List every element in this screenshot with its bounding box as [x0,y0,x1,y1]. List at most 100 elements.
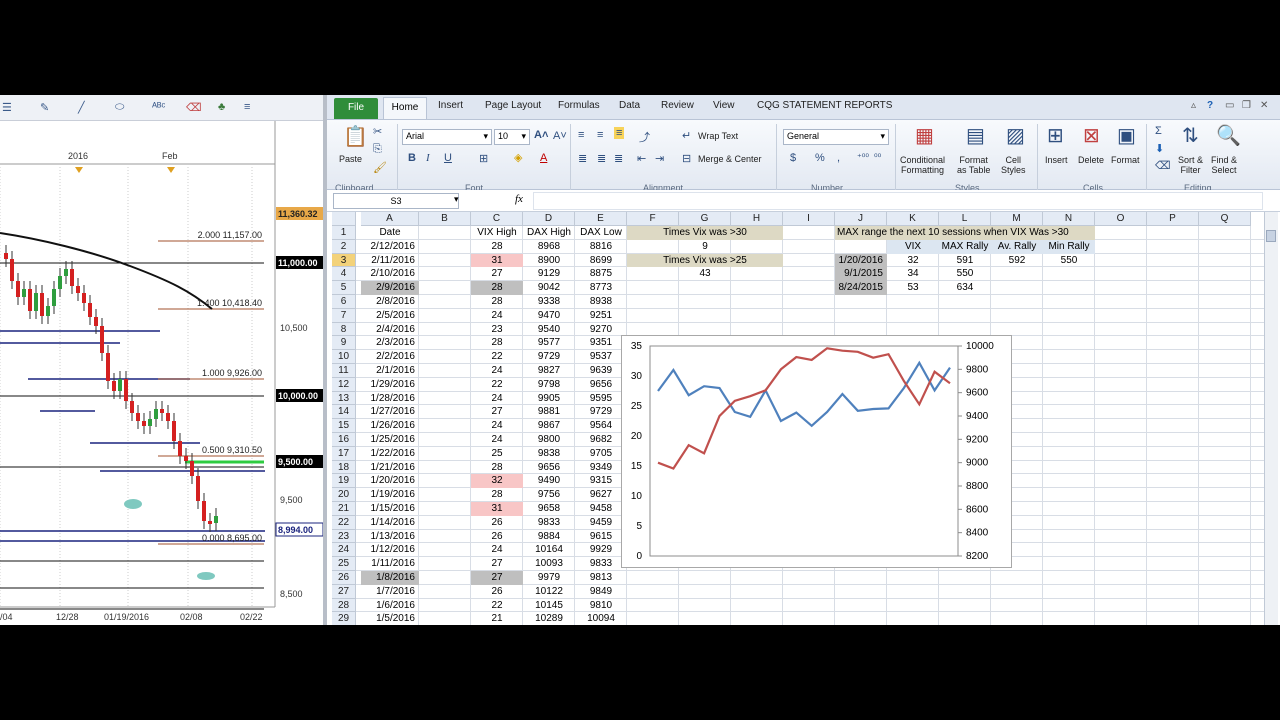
column-header-E[interactable]: E [575,212,627,226]
merge-icon[interactable]: ⊟ [682,152,691,165]
row-header-23[interactable]: 23 [332,529,356,544]
row-header-24[interactable]: 24 [332,543,356,558]
max-table-header[interactable]: Av. Rally [991,239,1043,254]
column-header-H[interactable]: H [731,212,783,226]
column-header-A[interactable]: A [361,212,419,226]
tab-home[interactable]: Home [383,97,427,120]
row-header-1[interactable]: 1 [332,226,356,240]
dax-high-cell[interactable]: 9338 [523,295,575,309]
delete-button[interactable]: Delete [1078,155,1104,165]
max-table-header[interactable]: MAX Rally [939,239,991,254]
merge-center-button[interactable]: Merge & Center [698,154,762,164]
dax-high-cell[interactable]: 9042 [523,281,575,295]
dax-low-cell[interactable]: 9351 [575,336,627,350]
max-vix-cell[interactable]: 53 [887,281,939,295]
dax-high-cell[interactable]: 9490 [523,474,575,488]
vix-high-cell[interactable]: 25 [471,447,523,461]
dax-high-cell[interactable]: 9833 [523,516,575,530]
dax-high-cell[interactable]: 10164 [523,543,575,557]
row-header-4[interactable]: 4 [332,267,356,282]
date-cell[interactable]: 1/20/2016 [361,474,419,488]
dax-low-cell[interactable]: 9251 [575,309,627,323]
column-header-G[interactable]: G [679,212,731,226]
conditional-formatting-button[interactable]: Conditional Formatting [900,155,945,175]
win-close-icon[interactable]: ✕ [1260,100,1268,111]
date-cell[interactable]: 2/9/2016 [361,281,419,295]
dax-low-cell[interactable]: 9627 [575,488,627,502]
date-cell[interactable]: 2/10/2016 [361,267,419,281]
column-header-M[interactable]: M [991,212,1043,226]
copy-icon[interactable]: ⎘ [373,143,382,156]
vix-high-cell[interactable]: 24 [471,392,523,406]
dax-high-cell[interactable]: 9979 [523,571,575,585]
dax-low-cell[interactable]: 9459 [575,516,627,530]
fill-color-icon[interactable]: ◈ [514,151,522,164]
vix-high-cell[interactable]: 28 [471,240,523,254]
dax-low-cell[interactable]: 9349 [575,461,627,475]
date-cell[interactable]: 1/22/2016 [361,447,419,461]
dax-high-cell[interactable]: 9470 [523,309,575,323]
scrollbar-thumb[interactable] [1266,230,1276,242]
date-cell[interactable]: 2/2/2016 [361,350,419,364]
lines-icon[interactable]: ☰ [2,101,12,114]
insert-button[interactable]: Insert [1045,155,1068,165]
cell-styles-icon[interactable]: ▨ [1006,123,1025,148]
vix-high-cell[interactable]: 22 [471,378,523,392]
vix-high-cell[interactable]: 24 [471,419,523,433]
dax-low-cell[interactable]: 9929 [575,543,627,557]
column-header-B[interactable]: B [419,212,471,226]
row-header-29[interactable]: 29 [332,612,356,625]
align-left-icon[interactable]: ≣ [578,152,587,165]
align-middle-icon[interactable]: ≡ [597,129,603,141]
trading-chart-panel[interactable]: ☰ ✎ ╱ ⬭ ᴬᴮᶜ ⌫ ♣ ≡ 2016 Feb 2.000 11,157.00… [0,95,323,625]
row-header-19[interactable]: 19 [332,474,356,489]
vix-high-cell[interactable]: 27 [471,571,523,585]
column-header-Q[interactable]: Q [1199,212,1251,226]
vix-high-cell[interactable]: 28 [471,295,523,309]
tree-icon[interactable]: ♣ [218,101,225,113]
number-format-box[interactable]: General ▾ [783,129,889,145]
sort-filter-icon[interactable]: ⇅ [1182,123,1199,148]
column-header-P[interactable]: P [1147,212,1199,226]
tab-formulas[interactable]: Formulas [558,100,600,111]
date-cell[interactable]: 1/12/2016 [361,543,419,557]
paste-button[interactable]: Paste [339,154,362,164]
vix-high-cell[interactable]: 28 [471,461,523,475]
date-cell[interactable]: 1/25/2016 [361,433,419,447]
row-header-13[interactable]: 13 [332,391,356,406]
dax-low-cell[interactable]: 9849 [575,585,627,599]
tab-data[interactable]: Data [619,100,640,111]
vix-high-cell[interactable]: 26 [471,585,523,599]
date-cell[interactable]: 1/5/2016 [361,612,419,625]
max-vix-cell[interactable]: 34 [887,267,939,281]
font-size-box[interactable]: 10 ▾ [494,129,530,145]
dax-low-cell[interactable]: 9537 [575,350,627,364]
date-cell[interactable]: 1/13/2016 [361,530,419,544]
currency-icon[interactable]: $ [790,152,796,164]
vix-high-cell[interactable]: 27 [471,405,523,419]
vix-high-cell[interactable]: 28 [471,336,523,350]
font-color-icon[interactable]: A [540,152,547,164]
dax-low-cell[interactable]: 9729 [575,405,627,419]
row-header-27[interactable]: 27 [332,584,356,599]
dax-low-cell[interactable]: 9270 [575,323,627,337]
column-header-F[interactable]: F [627,212,679,226]
orientation-icon[interactable]: ⤴ [639,129,650,145]
dax-low-cell[interactable]: 9595 [575,392,627,406]
dax-low-cell[interactable]: 9810 [575,599,627,613]
row-header-22[interactable]: 22 [332,515,356,530]
date-cell[interactable]: 2/3/2016 [361,336,419,350]
help-icon[interactable]: ? [1207,100,1213,111]
row-header-26[interactable]: 26 [332,571,356,585]
vertical-scrollbar[interactable] [1264,212,1278,625]
percent-icon[interactable]: % [815,152,825,164]
comma-icon[interactable]: , [837,152,840,164]
dax-high-cell[interactable]: 9658 [523,502,575,516]
italic-icon[interactable]: I [426,152,430,164]
column-header-I[interactable]: I [783,212,835,226]
vix-high-cell[interactable]: 32 [471,474,523,489]
max-table-header[interactable]: VIX [887,239,939,254]
min-rally-cell[interactable]: 550 [1043,254,1095,268]
namebox-dropdown-icon[interactable]: ▾ [454,194,459,205]
align-center-icon[interactable]: ≣ [597,152,606,165]
